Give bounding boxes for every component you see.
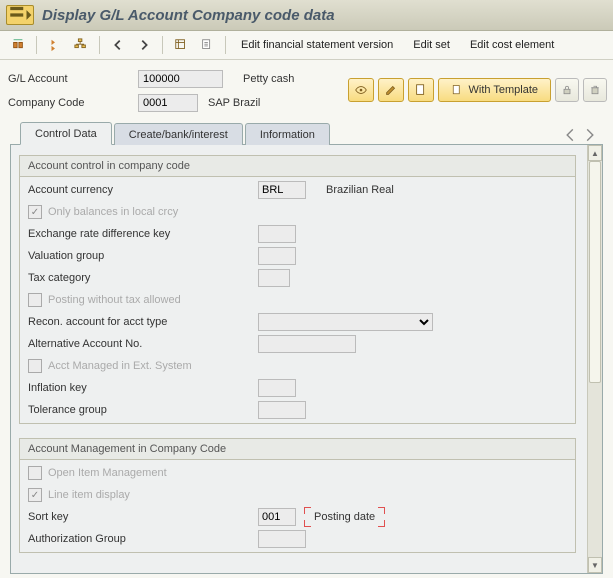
tax-category-label: Tax category [28, 272, 258, 284]
prev-icon[interactable] [106, 33, 130, 57]
line-item-checkbox: ✓ [28, 488, 42, 502]
only-balances-checkbox: ✓ [28, 205, 42, 219]
other-object-icon[interactable] [43, 33, 67, 57]
company-code-desc: SAP Brazil [208, 97, 260, 109]
scroll-up-icon[interactable]: ▲ [588, 145, 602, 161]
auth-group-input[interactable] [258, 530, 306, 548]
tolerance-group-input[interactable] [258, 401, 306, 419]
group-account-mgmt-title: Account Management in Company Code [20, 439, 575, 460]
scroll-thumb[interactable] [589, 161, 601, 383]
with-template-label: With Template [469, 84, 539, 96]
gl-account-input[interactable] [138, 70, 223, 88]
tab-information[interactable]: Information [245, 123, 330, 145]
edit-set-link[interactable]: Edit set [404, 35, 459, 55]
inflation-key-input[interactable] [258, 379, 296, 397]
next-icon[interactable] [132, 33, 156, 57]
open-item-label: Open Item Management [48, 467, 167, 479]
tab-scroll-right-icon[interactable] [581, 126, 599, 144]
valuation-group-label: Valuation group [28, 250, 258, 262]
open-item-checkbox [28, 466, 42, 480]
where-used-icon[interactable] [195, 33, 219, 57]
edit-fsv-link[interactable]: Edit financial statement version [232, 35, 402, 55]
tax-category-input[interactable] [258, 269, 290, 287]
edit-icon[interactable] [378, 78, 404, 102]
scroll-down-icon[interactable]: ▼ [588, 557, 602, 573]
account-currency-desc: Brazilian Real [326, 184, 394, 196]
with-template-button[interactable]: With Template [438, 78, 552, 102]
line-item-label: Line item display [48, 489, 130, 501]
tab-create-bank-interest[interactable]: Create/bank/interest [114, 123, 243, 145]
sort-key-label: Sort key [28, 511, 258, 523]
recon-account-label: Recon. account for acct type [28, 316, 258, 328]
display-icon[interactable] [348, 78, 374, 102]
tolerance-group-label: Tolerance group [28, 404, 258, 416]
gl-account-label: G/L Account [8, 73, 138, 85]
change-display-icon[interactable] [6, 33, 30, 57]
account-currency-label: Account currency [28, 184, 258, 196]
vertical-scrollbar[interactable]: ▲ ▼ [587, 145, 602, 573]
group-account-control-title: Account control in company code [20, 156, 575, 177]
separator [162, 36, 163, 54]
auth-group-label: Authorization Group [28, 533, 258, 545]
edit-cost-link[interactable]: Edit cost element [461, 35, 563, 55]
sort-key-desc: Posting date [308, 509, 381, 525]
menu-dropdown-icon[interactable] [6, 5, 34, 25]
page-title: Display G/L Account Company code data [42, 7, 335, 24]
sort-key-input[interactable] [258, 508, 296, 526]
account-currency-input[interactable] [258, 181, 306, 199]
posting-without-tax-checkbox [28, 293, 42, 307]
separator [225, 36, 226, 54]
exchange-rate-input[interactable] [258, 225, 296, 243]
ext-system-label: Acct Managed in Ext. System [48, 360, 192, 372]
only-balances-label: Only balances in local crcy [48, 206, 178, 218]
delete-icon[interactable] [583, 78, 607, 102]
valuation-group-input[interactable] [258, 247, 296, 265]
ext-system-checkbox [28, 359, 42, 373]
inflation-key-label: Inflation key [28, 382, 258, 394]
exchange-rate-label: Exchange rate difference key [28, 228, 258, 240]
company-code-label: Company Code [8, 97, 138, 109]
recon-account-select[interactable] [258, 313, 433, 331]
field-status-icon[interactable] [169, 33, 193, 57]
separator [99, 36, 100, 54]
hierarchy-icon[interactable] [69, 33, 93, 57]
alt-account-input[interactable] [258, 335, 356, 353]
lock-icon[interactable] [555, 78, 579, 102]
gl-account-desc: Petty cash [243, 73, 294, 85]
tab-control-data[interactable]: Control Data [20, 122, 112, 145]
create-icon[interactable] [408, 78, 434, 102]
posting-without-tax-label: Posting without tax allowed [48, 294, 181, 306]
alt-account-label: Alternative Account No. [28, 338, 258, 350]
tab-scroll-left-icon[interactable] [561, 126, 579, 144]
separator [36, 36, 37, 54]
